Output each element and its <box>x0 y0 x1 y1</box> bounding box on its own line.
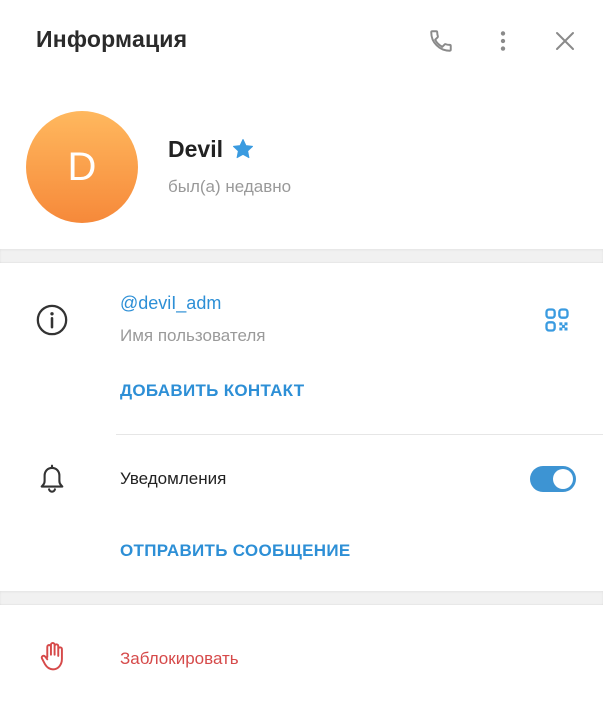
avatar[interactable]: D <box>26 111 138 223</box>
hand-icon <box>40 641 63 671</box>
panel-title: Информация <box>36 26 188 52</box>
call-button[interactable] <box>424 24 458 58</box>
section-divider <box>0 249 603 263</box>
row-separator <box>116 434 603 435</box>
more-button[interactable] <box>486 24 520 58</box>
panel-header: Информация <box>0 0 603 84</box>
info-row-icon <box>34 302 70 338</box>
block-row-icon <box>38 640 68 674</box>
notifications-label: Уведомления <box>120 469 227 488</box>
notifications-toggle[interactable] <box>530 466 576 492</box>
bell-icon <box>40 464 64 493</box>
close-button[interactable] <box>548 24 582 58</box>
more-vertical-icon <box>500 31 506 51</box>
avatar-letter: D <box>67 144 97 189</box>
block-user-button[interactable]: Заблокировать <box>120 649 239 669</box>
star-icon <box>232 138 253 158</box>
qr-code-icon <box>545 308 569 332</box>
section-divider <box>0 591 603 605</box>
username-label: Имя пользователя <box>120 326 266 345</box>
close-icon <box>556 32 574 50</box>
info-icon <box>36 304 68 336</box>
add-contact-button[interactable]: ДОБАВИТЬ КОНТАКТ <box>120 381 304 401</box>
profile-name-row: Devil <box>168 136 255 163</box>
send-message-button[interactable]: ОТПРАВИТЬ СООБЩЕНИЕ <box>120 541 351 561</box>
username[interactable]: @deviI_adm <box>120 293 221 314</box>
info-panel: Информация D Devil был(а) недавно @deviI… <box>0 0 603 703</box>
notifications-row-icon <box>36 463 68 497</box>
profile-status: был(а) недавно <box>168 177 292 196</box>
toggle-knob <box>553 469 573 489</box>
phone-icon <box>430 30 452 52</box>
profile-name: Devil <box>168 136 223 162</box>
qr-button[interactable] <box>543 306 571 334</box>
